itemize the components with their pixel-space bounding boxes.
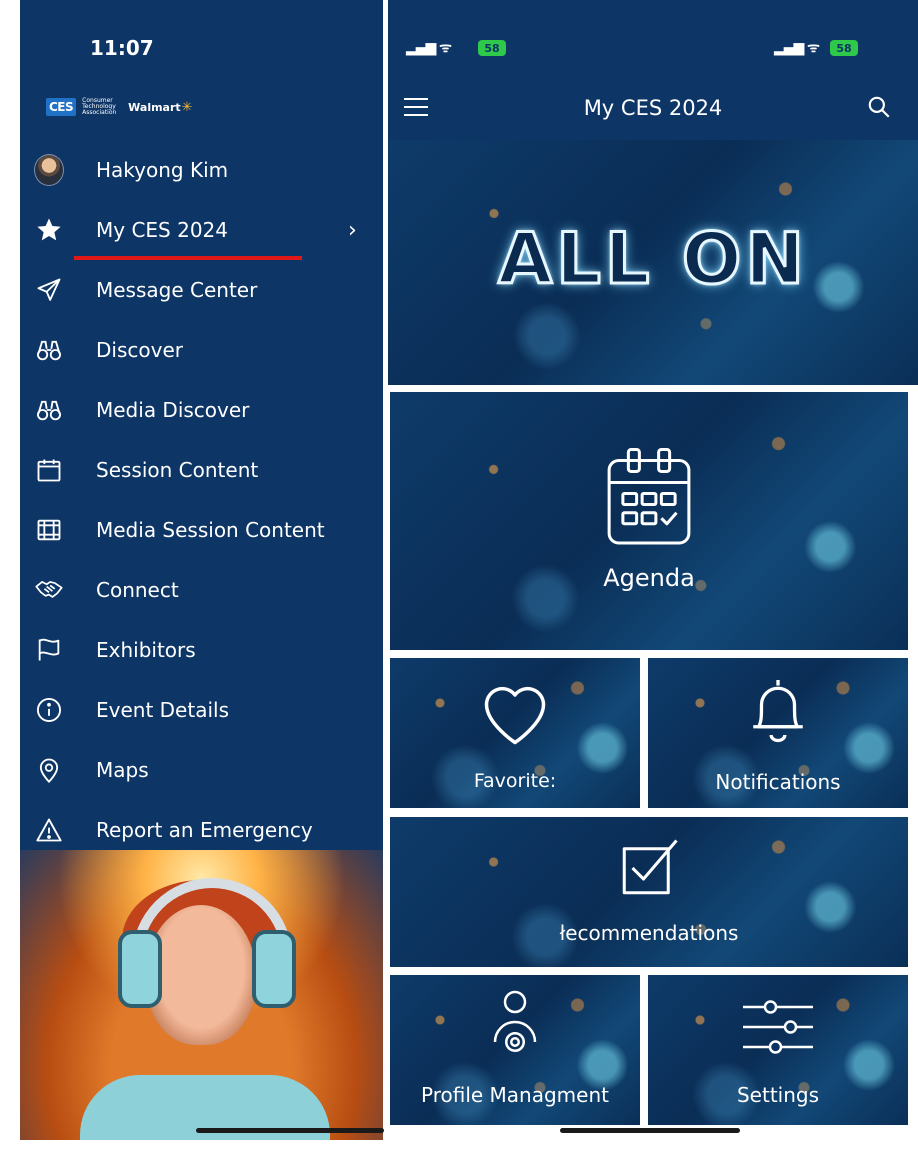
ces-logo: CES — [46, 98, 77, 116]
menu-item-label: Media Session Content — [96, 518, 325, 542]
flag-icon — [34, 635, 64, 665]
tile-label: Agenda — [603, 564, 695, 592]
headphone-icon — [118, 930, 162, 1008]
menu-item-maps[interactable]: Maps — [20, 743, 383, 797]
tile-label: Favorite: — [473, 770, 557, 792]
menu-item-label: Connect — [96, 578, 179, 602]
menu-item-label: Exhibitors — [96, 638, 196, 662]
binoculars-icon — [34, 395, 64, 425]
battery-icon: 58 — [830, 40, 858, 56]
walmart-logo: Walmart✳ — [128, 99, 193, 115]
page-title: My CES 2024 — [583, 96, 723, 120]
walmart-spark-icon: ✳ — [181, 99, 193, 115]
side-drawer: 11:07 CES Consumer Technology Associatio… — [20, 0, 383, 1140]
status-time: 11:07 — [90, 36, 154, 60]
menu-item-media-session-content[interactable]: Media Session Content — [20, 503, 383, 557]
sponsor-logos: CES Consumer Technology Association Walm… — [46, 96, 193, 118]
bell-icon — [753, 680, 803, 743]
send-icon — [34, 275, 64, 305]
warning-icon — [34, 815, 64, 845]
banner-text: ALL ON — [497, 217, 808, 302]
menu-item-label: Hakyong Kim — [96, 158, 229, 182]
cta-logo: Consumer Technology Association — [82, 97, 117, 116]
promo-artwork — [20, 850, 383, 1140]
home-indicator — [560, 1128, 740, 1133]
tile-notifications[interactable]: Notifications — [648, 658, 908, 808]
menu-item-event-details[interactable]: Event Details — [20, 683, 383, 737]
tile-profile-management[interactable]: Profile Managment — [390, 975, 640, 1125]
tile-recommendations[interactable]: łecommendations — [390, 817, 908, 967]
signal-icon: ▂▄▆ ᯤ — [774, 40, 820, 56]
binoculars-icon — [34, 335, 64, 365]
menu-item-label: Report an Emergency — [96, 818, 313, 842]
menu-item-label: Media Discover — [96, 398, 250, 422]
sliders-icon — [743, 1000, 813, 1054]
all-on-banner[interactable]: ALL ON — [388, 140, 918, 385]
star-icon — [34, 215, 64, 245]
tile-agenda[interactable]: Agenda — [390, 392, 908, 650]
battery-icon: 58 — [478, 40, 506, 56]
headphone-icon — [252, 930, 296, 1008]
menu-item-profile[interactable]: Hakyong Kim — [20, 143, 383, 197]
handshake-icon — [34, 575, 64, 605]
checkbox-icon — [622, 839, 678, 895]
tile-settings[interactable]: Settings — [648, 975, 908, 1125]
menu-item-session-content[interactable]: Session Content — [20, 443, 383, 497]
status-bar: 11:07 — [20, 0, 383, 80]
menu-item-label: Maps — [96, 758, 149, 782]
menu-item-label: Discover — [96, 338, 183, 362]
search-icon[interactable] — [866, 94, 892, 120]
menu-item-label: Session Content — [96, 458, 259, 482]
avatar — [34, 154, 64, 186]
location-pin-icon — [34, 755, 64, 785]
chevron-right-icon: › — [348, 217, 357, 243]
menu-item-exhibitors[interactable]: Exhibitors — [20, 623, 383, 677]
tile-label: łecommendations — [559, 921, 739, 945]
menu-item-message-center[interactable]: Message Center — [20, 263, 383, 317]
menu-item-report-emergency[interactable]: Report an Emergency — [20, 803, 383, 857]
menu-item-label: Event Details — [96, 698, 229, 722]
main-screen: ▂▄▆ ᯤ 58 ▂▄▆ ᯤ 58 My CES 2024 ALL ON Age… — [388, 0, 918, 1168]
tile-favorites[interactable]: Favorite: — [390, 658, 640, 808]
menu-item-label: Message Center — [96, 278, 258, 302]
heart-icon — [484, 686, 546, 745]
info-icon — [34, 695, 64, 725]
menu-item-my-ces[interactable]: My CES 2024 › — [20, 203, 383, 257]
tile-label: Profile Managment — [421, 1083, 609, 1107]
tile-label: Settings — [736, 1083, 820, 1107]
menu-item-media-discover[interactable]: Media Discover — [20, 383, 383, 437]
film-icon — [34, 515, 64, 545]
menu-item-label: My CES 2024 — [96, 218, 229, 242]
signal-icon: ▂▄▆ ᯤ — [406, 40, 452, 56]
calendar-icon — [607, 447, 691, 545]
calendar-icon — [34, 455, 64, 485]
selected-underline — [74, 256, 302, 260]
menu-item-connect[interactable]: Connect — [20, 563, 383, 617]
app-header: ▂▄▆ ᯤ 58 ▂▄▆ ᯤ 58 My CES 2024 — [388, 0, 918, 140]
home-indicator — [196, 1128, 384, 1133]
tile-label: Notifications — [715, 770, 841, 794]
profile-settings-icon — [493, 990, 537, 1052]
menu-item-discover[interactable]: Discover — [20, 323, 383, 377]
